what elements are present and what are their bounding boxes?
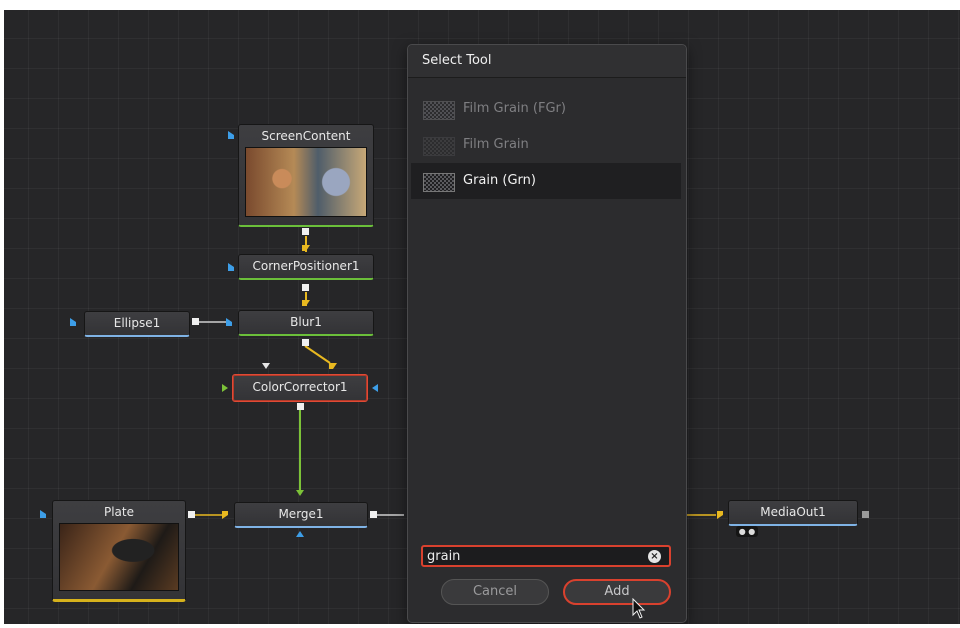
input-triangle-icon[interactable] xyxy=(228,263,234,271)
tool-name: Grain (Grn) xyxy=(463,173,536,188)
output-port[interactable] xyxy=(370,511,377,518)
node-merge[interactable]: Merge1 xyxy=(234,502,368,528)
node-screen-content[interactable]: ScreenContent xyxy=(238,124,374,227)
node-media-out[interactable]: MediaOut1 xyxy=(728,500,858,526)
output-port[interactable] xyxy=(188,511,195,518)
output-port[interactable] xyxy=(192,318,199,325)
node-label: Plate xyxy=(103,505,134,519)
mouse-cursor-icon xyxy=(632,598,646,619)
node-corner-positioner[interactable]: CornerPositioner1 xyxy=(238,254,374,280)
input-arrow-icon xyxy=(296,490,304,496)
output-port[interactable] xyxy=(297,403,304,410)
node-label: ScreenContent xyxy=(261,129,351,143)
mask-input-icon xyxy=(226,318,232,326)
tool-name: Film Grain xyxy=(463,137,529,152)
select-tool-dialog: Select Tool Film Grain (FGr) Film Grain … xyxy=(407,44,687,623)
tool-list-item[interactable]: Film Grain (FGr) xyxy=(411,91,681,127)
node-thumbnail xyxy=(245,147,367,217)
node-label: Merge1 xyxy=(278,507,324,521)
node-blur[interactable]: Blur1 xyxy=(238,310,374,336)
tool-name: Film Grain (FGr) xyxy=(463,101,566,116)
output-port[interactable] xyxy=(862,511,869,518)
film-grain-macro-icon xyxy=(423,137,455,156)
node-label: ColorCorrector1 xyxy=(252,380,348,394)
output-port[interactable] xyxy=(302,339,309,346)
input-triangle-icon[interactable] xyxy=(372,384,378,392)
input-triangle-icon[interactable] xyxy=(40,510,46,518)
dialog-title: Select Tool xyxy=(408,45,686,78)
tool-list-item[interactable]: Film Grain xyxy=(411,127,681,163)
effect-mask-input-icon[interactable] xyxy=(296,531,304,537)
input-triangle-icon[interactable] xyxy=(70,318,76,326)
cancel-button[interactable]: Cancel xyxy=(441,579,549,605)
tool-search-input[interactable] xyxy=(421,545,671,567)
film-grain-tool-icon xyxy=(423,101,455,120)
grain-tool-icon xyxy=(423,173,455,192)
input-arrow-icon xyxy=(302,300,310,306)
viewer-toggle-icon[interactable]: ● ● xyxy=(736,526,758,537)
tool-list-item-selected[interactable]: Grain (Grn) xyxy=(411,163,681,199)
node-editor-canvas[interactable]: ScreenContent CornerPositioner1 Ellipse1… xyxy=(4,10,960,624)
input-triangle-icon[interactable] xyxy=(228,131,234,139)
node-label: Blur1 xyxy=(290,315,322,329)
output-port[interactable] xyxy=(302,228,309,235)
clear-search-icon[interactable]: × xyxy=(648,550,661,563)
input-arrow-icon xyxy=(302,245,310,251)
input-arrow-icon xyxy=(262,363,270,369)
input-triangle-icon[interactable] xyxy=(222,384,228,392)
background-input-icon xyxy=(222,511,228,519)
node-label: Ellipse1 xyxy=(113,316,161,330)
node-color-corrector[interactable]: ColorCorrector1 xyxy=(232,374,368,402)
add-button[interactable]: Add xyxy=(563,579,671,605)
output-port[interactable] xyxy=(302,284,309,291)
node-ellipse[interactable]: Ellipse1 xyxy=(84,311,190,337)
input-arrow-icon xyxy=(329,363,337,369)
node-plate[interactable]: Plate xyxy=(52,500,186,602)
node-label: MediaOut1 xyxy=(760,505,826,519)
node-thumbnail xyxy=(59,523,179,591)
node-label: CornerPositioner1 xyxy=(252,259,360,273)
input-triangle-icon[interactable] xyxy=(717,511,723,519)
